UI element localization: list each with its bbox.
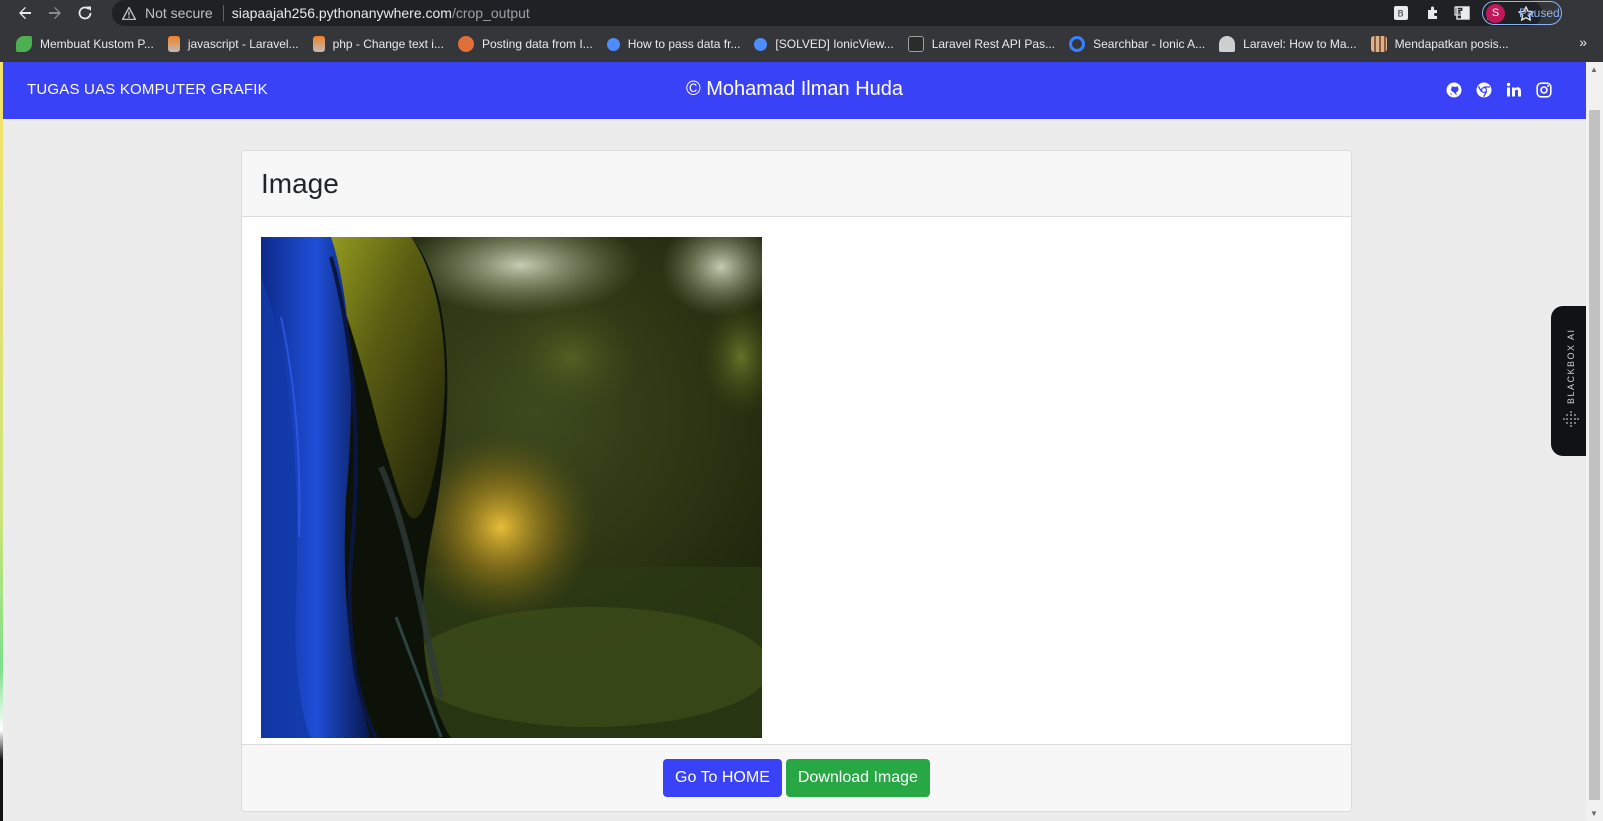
url-host: siapaajah256.pythonanywhere.com — [231, 5, 452, 21]
scroll-up-icon[interactable]: ▲ — [1590, 65, 1598, 74]
scroll-down-icon[interactable]: ▼ — [1590, 809, 1598, 818]
divider — [222, 5, 224, 21]
grid-icon — [1370, 36, 1387, 52]
bookmark-label: Membuat Kustom P... — [40, 37, 154, 51]
bookmark-label: Laravel: How to Ma... — [1243, 37, 1357, 51]
blackbox-ai-widget[interactable]: BLACKBOX AI — [1551, 306, 1591, 456]
scrollbar[interactable]: ▲ ▼ — [1586, 62, 1603, 821]
bookmark-label: [SOLVED] IonicView... — [775, 37, 894, 51]
back-button[interactable] — [10, 0, 40, 26]
people-icon — [1219, 36, 1236, 52]
scroll-thumb[interactable] — [1589, 110, 1600, 800]
stackoverflow-icon — [312, 36, 325, 52]
browser-toolbar: Not secure siapaajah256.pythonanywhere.c… — [0, 0, 1603, 26]
go-home-button[interactable]: Go To HOME — [663, 759, 782, 797]
ionic-icon — [606, 37, 620, 51]
puzzle-extensions-icon[interactable] — [1416, 0, 1450, 26]
warning-icon — [122, 6, 136, 20]
bookmark-item[interactable]: [SOLVED] IonicView... — [754, 30, 894, 58]
github-icon[interactable] — [1444, 80, 1464, 100]
forward-button[interactable] — [40, 0, 70, 26]
card-body — [242, 217, 1351, 746]
linkedin-icon[interactable] — [1504, 80, 1524, 100]
side-panel-icon[interactable] — [1446, 0, 1480, 26]
reload-icon — [78, 6, 92, 20]
instagram-icon[interactable] — [1534, 80, 1554, 100]
avatar: S — [1486, 3, 1505, 23]
bookmark-item[interactable]: javascript - Laravel... — [167, 30, 299, 58]
social-links — [1434, 80, 1554, 100]
bookmark-label: Laravel Rest API Pas... — [931, 37, 1056, 51]
url-path: /crop_output — [451, 5, 530, 21]
chevron-double-right-icon[interactable]: » — [1579, 34, 1587, 50]
bookmark-label: php - Change text i... — [332, 37, 444, 51]
avatar-icon — [457, 36, 474, 52]
ionic-circle-icon — [1069, 36, 1086, 52]
profile-status: Paused — [1519, 6, 1560, 20]
bookmark-label: javascript - Laravel... — [187, 37, 299, 51]
download-image-button[interactable]: Download Image — [785, 759, 930, 797]
reload-button[interactable] — [70, 0, 100, 26]
arrow-right-icon — [49, 7, 61, 19]
chrome-icon[interactable] — [1474, 80, 1494, 100]
bookmarks-bar: Membuat Kustom P... javascript - Laravel… — [0, 26, 1603, 62]
bookmark-item[interactable]: Membuat Kustom P... — [16, 30, 154, 58]
image-card: Image Go To HOME Download Image — [241, 150, 1352, 812]
address-bar[interactable]: Not secure siapaajah256.pythonanywhere.c… — [112, 0, 1542, 26]
bookmark-item[interactable]: php - Change text i... — [312, 30, 444, 58]
bookmark-item[interactable]: Posting data from I... — [457, 30, 593, 58]
card-footer: Go To HOME Download Image — [242, 744, 1351, 811]
svg-text:B: B — [1398, 10, 1404, 20]
bookmark-item[interactable]: Mendapatkan posis... — [1370, 30, 1509, 58]
navbar: TUGAS UAS KOMPUTER GRAFIK © Mohamad Ilma… — [3, 62, 1586, 119]
card-header: Image — [242, 151, 1351, 217]
bookmark-item[interactable]: Laravel Rest API Pas... — [907, 30, 1056, 58]
leaf-icon — [16, 36, 32, 52]
dots-grid-icon — [1563, 411, 1579, 427]
extension-b-icon[interactable]: B — [1384, 0, 1418, 26]
widget-label: BLACKBOX AI — [1566, 328, 1576, 404]
bookmark-label: Searchbar - Ionic A... — [1093, 37, 1206, 51]
bookmark-label: Posting data from I... — [481, 37, 593, 51]
bookmark-item[interactable]: Laravel: How to Ma... — [1219, 30, 1357, 58]
author-title: © Mohamad Ilman Huda — [685, 78, 904, 100]
cat-icon — [907, 36, 924, 52]
ionic-icon — [754, 37, 768, 51]
security-label[interactable]: Not secure — [145, 5, 213, 21]
bookmark-item[interactable]: How to pass data fr... — [606, 30, 741, 58]
profile-button[interactable]: S Paused — [1482, 1, 1562, 25]
bookmark-item[interactable]: Searchbar - Ionic A... — [1069, 30, 1205, 58]
card-title: Image — [261, 167, 339, 199]
cropped-image — [261, 237, 762, 738]
stackoverflow-icon — [167, 36, 180, 52]
bookmark-label: Mendapatkan posis... — [1394, 37, 1509, 51]
page: TUGAS UAS KOMPUTER GRAFIK © Mohamad Ilma… — [3, 62, 1586, 821]
bookmark-label: How to pass data fr... — [627, 37, 741, 51]
arrow-left-icon — [19, 7, 31, 19]
